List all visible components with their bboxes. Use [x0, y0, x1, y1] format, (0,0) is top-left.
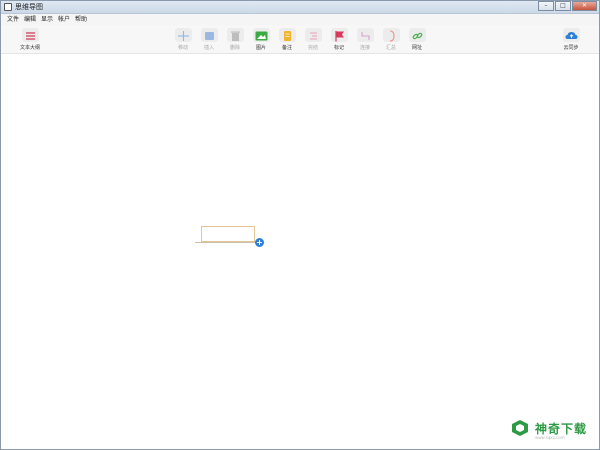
insert-label: 插入	[203, 45, 214, 51]
image-button[interactable]: 图片	[249, 28, 273, 52]
window-title: 思维导图	[15, 3, 43, 11]
close-button[interactable]: ✕	[572, 1, 597, 11]
mindmap-canvas[interactable]: + 神奇下载 www.sqxz.com	[1, 54, 599, 449]
connect-icon	[356, 28, 374, 42]
root-topic-node[interactable]	[201, 226, 255, 242]
connect-label: 连接	[359, 45, 370, 51]
image-icon	[252, 28, 270, 42]
node-underline	[195, 242, 255, 243]
maximize-button[interactable]: □	[555, 1, 571, 11]
image-label: 图片	[255, 45, 266, 51]
add-child-button[interactable]: +	[255, 238, 264, 247]
trash-icon	[226, 28, 244, 42]
cloud-sync-label: 云同步	[563, 45, 579, 51]
title-bar: 思维导图 – □ ✕	[1, 1, 599, 14]
app-icon	[4, 3, 12, 11]
link-button[interactable]: 网址	[405, 28, 429, 52]
flag-icon	[330, 28, 348, 42]
move-button[interactable]: 移动	[171, 28, 195, 52]
flag-button[interactable]: 标记	[327, 28, 351, 52]
flag-label: 标记	[333, 45, 344, 51]
watermark-logo-icon	[512, 420, 528, 436]
summary-label: 汇总	[385, 45, 396, 51]
finish-icon	[304, 28, 322, 42]
menu-edit[interactable]: 编辑	[24, 15, 36, 24]
list-icon	[21, 28, 39, 42]
delete-label: 删除	[229, 45, 240, 51]
outline-label: 文本大纲	[19, 45, 40, 51]
summary-icon	[382, 28, 400, 42]
note-button[interactable]: 备注	[275, 28, 299, 52]
connect-button[interactable]: 连接	[353, 28, 377, 52]
window-controls: – □ ✕	[537, 1, 597, 12]
cloud-sync-button[interactable]: 云同步	[559, 28, 583, 52]
cloud-icon	[562, 28, 580, 42]
menu-account[interactable]: 帐户	[58, 15, 70, 24]
menu-file[interactable]: 文件	[7, 15, 19, 24]
finish-button[interactable]: 完结	[301, 28, 325, 52]
summary-button[interactable]: 汇总	[379, 28, 403, 52]
insert-icon	[200, 28, 218, 42]
note-label: 备注	[281, 45, 292, 51]
move-label: 移动	[177, 45, 188, 51]
link-label: 网址	[411, 45, 422, 51]
link-icon	[408, 28, 426, 42]
menu-help[interactable]: 帮助	[75, 15, 87, 24]
move-icon	[174, 28, 192, 42]
delete-button[interactable]: 删除	[223, 28, 247, 52]
app-window: 思维导图 – □ ✕ 文件 编辑 显示 帐户 帮助 文本大纲 移动 插入 删除 …	[0, 0, 600, 450]
minimize-button[interactable]: –	[538, 1, 554, 11]
menu-bar: 文件 编辑 显示 帐户 帮助	[1, 14, 599, 25]
insert-button[interactable]: 插入	[197, 28, 221, 52]
outline-button[interactable]: 文本大纲	[17, 28, 43, 52]
menu-view[interactable]: 显示	[41, 15, 53, 24]
note-icon	[278, 28, 296, 42]
finish-label: 完结	[307, 45, 318, 51]
watermark-url: www.sqxz.com	[535, 435, 565, 440]
toolbar: 文本大纲 移动 插入 删除 图片 备注 完结 标记 连接 汇总 网址 云同步	[1, 25, 599, 54]
